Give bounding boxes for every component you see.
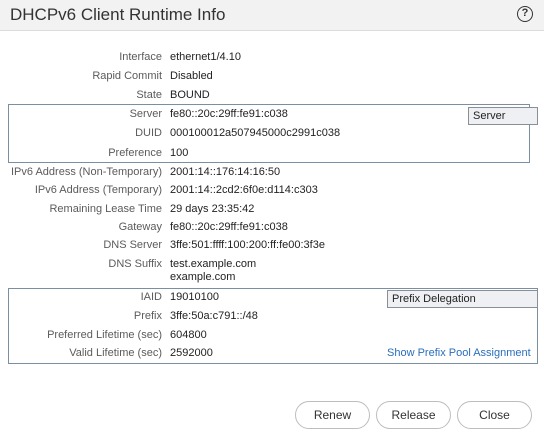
- state-value: BOUND: [170, 89, 210, 101]
- ipv6-non-temporary-value: 2001:14::176:14:16:50: [170, 166, 281, 178]
- preferred-lifetime-label: Preferred Lifetime (sec): [47, 329, 162, 341]
- remaining-lease-label: Remaining Lease Time: [49, 203, 162, 215]
- prefix-value: 3ffe:50a:c791::/48: [170, 310, 258, 322]
- info-row-ipv6-non-temporary: IPv6 Address (Non-Temporary) 2001:14::17…: [0, 164, 544, 182]
- dns-suffix-value-2: example.com: [170, 271, 236, 283]
- info-row-dns-server: DNS Server 3ffe:501:ffff:100:200:ff:fe00…: [0, 237, 544, 255]
- release-button[interactable]: Release: [376, 401, 451, 429]
- dns-server-label: DNS Server: [103, 239, 162, 251]
- info-row-duid: DUID 000100012a507945000c2991c038: [0, 125, 544, 143]
- interface-value: ethernet1/4.10: [170, 51, 241, 63]
- valid-lifetime-value: 2592000: [170, 347, 213, 359]
- renew-button[interactable]: Renew: [295, 401, 370, 429]
- rapid-commit-label: Rapid Commit: [92, 70, 162, 82]
- dns-server-value: 3ffe:501:ffff:100:200:ff:fe00:3f3e: [170, 239, 325, 251]
- ipv6-non-temporary-label: IPv6 Address (Non-Temporary): [11, 166, 162, 178]
- show-prefix-pool-link[interactable]: Show Prefix Pool Assignment: [387, 347, 531, 359]
- interface-label: Interface: [119, 51, 162, 63]
- info-row-state: State BOUND: [0, 87, 544, 105]
- gateway-value: fe80::20c:29ff:fe91:c038: [170, 221, 288, 233]
- dialog-titlebar: DHCPv6 Client Runtime Info ?: [0, 0, 544, 31]
- info-row-prefix: Prefix 3ffe:50a:c791::/48: [0, 308, 544, 326]
- info-row-dns-suffix: DNS Suffix test.example.com example.com: [0, 256, 544, 283]
- duid-value: 000100012a507945000c2991c038: [170, 127, 341, 139]
- server-label: Server: [129, 108, 162, 120]
- info-row-preference: Preference 100: [0, 145, 544, 163]
- ipv6-temporary-label: IPv6 Address (Temporary): [34, 184, 162, 196]
- state-label: State: [136, 89, 162, 101]
- info-row-ipv6-temporary: IPv6 Address (Temporary) 2001:14::2cd2:6…: [0, 182, 544, 200]
- dns-suffix-value-1: test.example.com: [170, 258, 257, 270]
- iaid-value: 19010100: [170, 291, 219, 303]
- preference-label: Preference: [108, 147, 162, 159]
- info-row-remaining-lease: Remaining Lease Time 29 days 23:35:42: [0, 201, 544, 219]
- help-icon[interactable]: ?: [517, 6, 533, 22]
- valid-lifetime-label: Valid Lifetime (sec): [69, 347, 162, 359]
- duid-label: DUID: [135, 127, 162, 139]
- info-row-preferred-lifetime: Preferred Lifetime (sec) 604800: [0, 327, 544, 345]
- info-row-server: Server fe80::20c:29ff:fe91:c038: [0, 106, 544, 124]
- ipv6-temporary-value: 2001:14::2cd2:6f0e:d114:c303: [170, 184, 318, 196]
- server-value: fe80::20c:29ff:fe91:c038: [170, 108, 288, 120]
- dns-suffix-label: DNS Suffix: [108, 258, 162, 270]
- info-row-rapid-commit: Rapid Commit Disabled: [0, 68, 544, 86]
- info-row-valid-lifetime: Valid Lifetime (sec) 2592000 Show Prefix…: [0, 345, 544, 363]
- prefix-label: Prefix: [133, 310, 162, 322]
- gateway-label: Gateway: [118, 221, 162, 233]
- info-row-gateway: Gateway fe80::20c:29ff:fe91:c038: [0, 219, 544, 237]
- remaining-lease-value: 29 days 23:35:42: [170, 203, 255, 215]
- info-row-iaid: IAID 19010100: [0, 289, 544, 307]
- iaid-label: IAID: [140, 291, 162, 303]
- rapid-commit-value: Disabled: [170, 70, 213, 82]
- dialog-title: DHCPv6 Client Runtime Info: [10, 5, 226, 24]
- info-row-interface: Interface ethernet1/4.10: [0, 49, 544, 67]
- preferred-lifetime-value: 604800: [170, 329, 207, 341]
- close-button[interactable]: Close: [457, 401, 532, 429]
- preference-value: 100: [170, 147, 189, 159]
